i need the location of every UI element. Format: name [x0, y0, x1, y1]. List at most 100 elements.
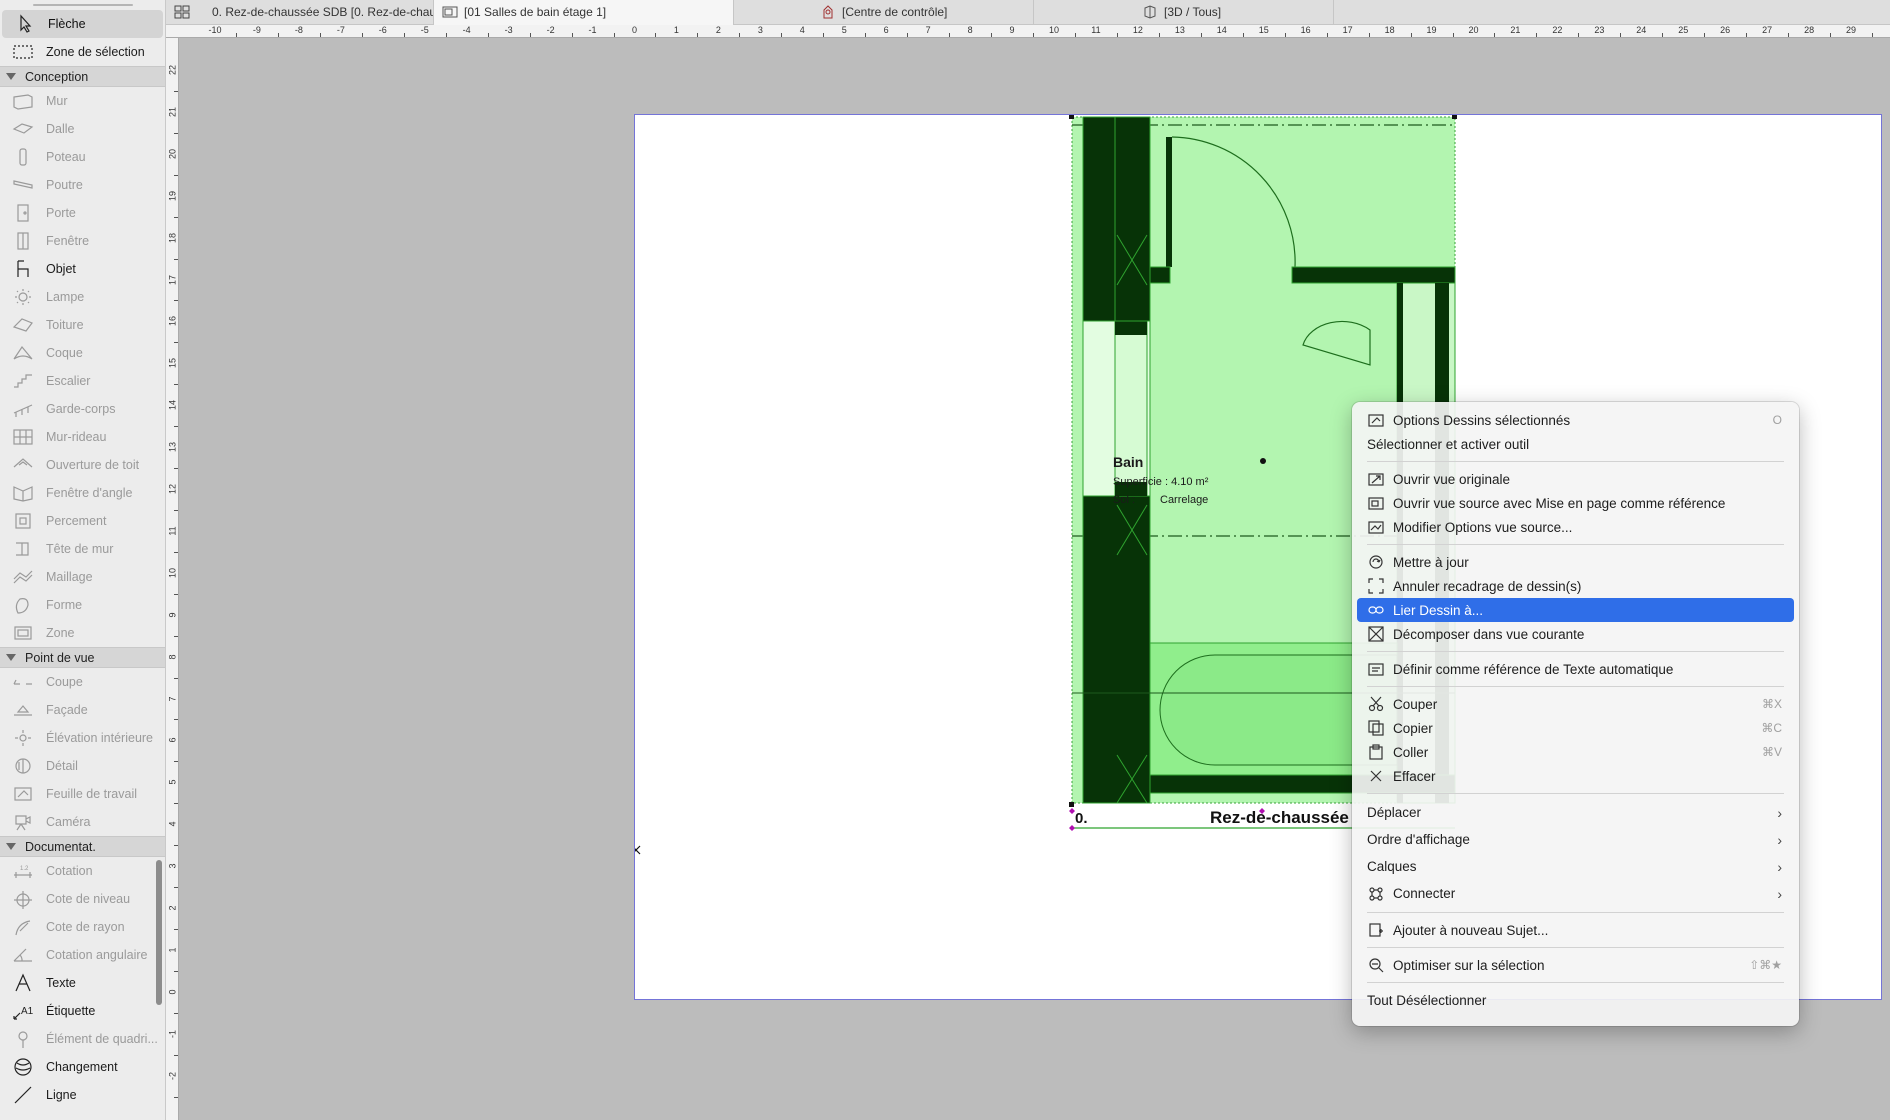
tool-marquee[interactable]: Zone de sélection	[0, 38, 165, 66]
tool-arrow[interactable]: Flèche	[2, 10, 163, 38]
menu-item-autotext[interactable]: Définir comme référence de Texte automat…	[1357, 657, 1794, 681]
wall-left-upper	[1082, 116, 1151, 322]
uncrop-icon	[1367, 578, 1385, 594]
tool-slab[interactable]: Dalle	[0, 115, 165, 143]
tool-radial-dimension[interactable]: Cote de rayon	[0, 913, 165, 941]
menu-item-close[interactable]: Effacer	[1357, 764, 1794, 788]
tool-section[interactable]: Coupe	[0, 668, 165, 696]
menu-item-text-28[interactable]: Tout Désélectionner	[1357, 988, 1794, 1012]
opening-icon	[12, 511, 34, 531]
toolbox-section-header[interactable]: Point de vue	[0, 647, 165, 668]
tool-label: Percement	[46, 514, 107, 528]
room-floor-value: Carrelage	[1160, 494, 1209, 506]
toolbox-section-header[interactable]: Documentat.	[0, 836, 165, 857]
ruler-tick	[1830, 33, 1832, 37]
ruler-tick	[739, 33, 741, 37]
tab-overview-button[interactable]	[166, 0, 198, 25]
tool-angle-dimension[interactable]: Cotation angulaire	[0, 941, 165, 969]
ruler-tick-label: 12	[167, 484, 178, 495]
menu-item-open-source[interactable]: Ouvrir vue source avec Mise en page comm…	[1357, 491, 1794, 515]
toolbox-scrollbar[interactable]	[156, 860, 162, 1005]
menu-shortcut: O	[1772, 413, 1782, 427]
tool-railing[interactable]: Garde-corps	[0, 395, 165, 423]
tool-detail[interactable]: Détail	[0, 752, 165, 780]
menu-item-paste[interactable]: Coller ⌘V	[1357, 740, 1794, 764]
tool-label: Ligne	[46, 1088, 77, 1102]
ruler-tick	[174, 384, 178, 386]
tab-layout[interactable]: [01 Salles de bain étage 1]	[434, 0, 734, 25]
tool-shell[interactable]: Coque	[0, 339, 165, 367]
disclosure-triangle-icon	[6, 843, 16, 850]
menu-item-view-options[interactable]: Modifier Options vue source...	[1357, 515, 1794, 539]
ruler-tick	[1746, 33, 1748, 37]
ruler-tick-label: 0	[167, 989, 178, 995]
tool-label: Lampe	[46, 290, 85, 304]
menu-item-copy[interactable]: Copier ⌘C	[1357, 716, 1794, 740]
ruler-tick	[991, 33, 993, 37]
toolbox-section-header[interactable]: Conception	[0, 66, 165, 87]
tool-lamp[interactable]: Lampe	[0, 283, 165, 311]
tool-wall[interactable]: Mur	[0, 87, 165, 115]
control-center-icon	[823, 5, 833, 19]
ruler-tick	[174, 174, 178, 176]
tool-dimension[interactable]: 1.2 Cotation	[0, 857, 165, 885]
tool-elevation[interactable]: Façade	[0, 696, 165, 724]
tool-beam[interactable]: Poutre	[0, 171, 165, 199]
menu-item-uncrop[interactable]: Annuler recadrage de dessin(s)	[1357, 574, 1794, 598]
tool-zone[interactable]: Zone	[0, 619, 165, 647]
tab-3d[interactable]: [3D / Tous]	[1034, 0, 1334, 25]
tool-label: Toiture	[46, 318, 84, 332]
tool-mesh[interactable]: Maillage	[0, 563, 165, 591]
menu-item-drawing-options[interactable]: Options Dessins sélectionnés O	[1357, 408, 1794, 432]
ruler-tick	[174, 90, 178, 92]
ruler-tick-label: 24	[1636, 25, 1647, 35]
tool-column[interactable]: Poteau	[0, 143, 165, 171]
stair-icon	[12, 371, 34, 391]
tool-roof[interactable]: Toiture	[0, 311, 165, 339]
menu-item-open-original[interactable]: Ouvrir vue originale	[1357, 467, 1794, 491]
tool-skylight[interactable]: Ouverture de toit	[0, 451, 165, 479]
tool-camera[interactable]: Caméra	[0, 808, 165, 836]
tool-worksheet[interactable]: Feuille de travail	[0, 780, 165, 808]
tab-floor-plan[interactable]: 0. Rez-de-chaussée SDB [0. Rez-de-chauss…	[198, 0, 434, 25]
menu-item-explode[interactable]: Décomposer dans vue courante	[1357, 622, 1794, 646]
menu-item-text-20[interactable]: Ordre d'affichage ›	[1357, 826, 1794, 853]
menu-item-add-issue[interactable]: Ajouter à nouveau Sujet...	[1357, 918, 1794, 942]
tool-text[interactable]: Texte	[0, 969, 165, 997]
ruler-tick-label: 9	[167, 612, 178, 618]
tool-object[interactable]: Objet	[0, 255, 165, 283]
tool-door[interactable]: Porte	[0, 199, 165, 227]
tool-wall-end[interactable]: Tête de mur	[0, 535, 165, 563]
ruler-tick-label: 29	[1846, 25, 1857, 35]
menu-item-text-21[interactable]: Calques ›	[1357, 853, 1794, 880]
ruler-tick-label: 15	[167, 358, 178, 369]
vertical-ruler[interactable]: 22 21 20 19 18 17 16 15 14 13 12 11 10 9 8 7 6 5 4 3 2 1 0 -1 -2	[166, 38, 179, 1120]
toolbox-palette: Flèche Zone de sélection Conception Mur Dall…	[0, 0, 166, 1120]
tool-change[interactable]: Changement	[0, 1053, 165, 1081]
horizontal-ruler[interactable]: -10 -9 -8 -7 -6 -5 -4 -3 -2 -1 0 1 2 3 4 5 6 7 8 9 10 11 12 13 1…	[166, 25, 1890, 38]
menu-item-zoom-selection[interactable]: Optimiser sur la sélection ⇧⌘★	[1357, 953, 1794, 977]
ruler-tick-label: -4	[462, 25, 471, 35]
tab-control-center[interactable]: [Centre de contrôle]	[734, 0, 1034, 25]
chevron-right-icon: ›	[1777, 831, 1782, 848]
tool-morph[interactable]: Forme	[0, 591, 165, 619]
tool-label[interactable]: A1 Étiquette	[0, 997, 165, 1025]
tool-corner-window[interactable]: Fenêtre d'angle	[0, 479, 165, 507]
menu-item-connect[interactable]: Connecter ›	[1357, 880, 1794, 907]
ruler-tick	[1033, 33, 1035, 37]
tool-grid-element[interactable]: Élément de quadri...	[0, 1025, 165, 1053]
menu-item-text-1[interactable]: Sélectionner et activer outil	[1357, 432, 1794, 456]
tool-window[interactable]: Fenêtre	[0, 227, 165, 255]
menu-item-text-19[interactable]: Déplacer ›	[1357, 799, 1794, 826]
menu-item-link[interactable]: Lier Dessin à...	[1357, 598, 1794, 622]
tool-stair[interactable]: Escalier	[0, 367, 165, 395]
tool-level-dimension[interactable]: Cote de niveau	[0, 885, 165, 913]
menu-item-scissors[interactable]: Couper ⌘X	[1357, 692, 1794, 716]
tool-opening[interactable]: Percement	[0, 507, 165, 535]
menu-item-label: Couper	[1393, 696, 1438, 712]
tool-curtain-wall[interactable]: Mur-rideau	[0, 423, 165, 451]
tool-line[interactable]: Ligne	[0, 1081, 165, 1109]
tool-interior-elevation[interactable]: Élévation intérieure	[0, 724, 165, 752]
toolbox-drag-handle[interactable]	[0, 0, 165, 10]
menu-item-update[interactable]: Mettre à jour	[1357, 550, 1794, 574]
